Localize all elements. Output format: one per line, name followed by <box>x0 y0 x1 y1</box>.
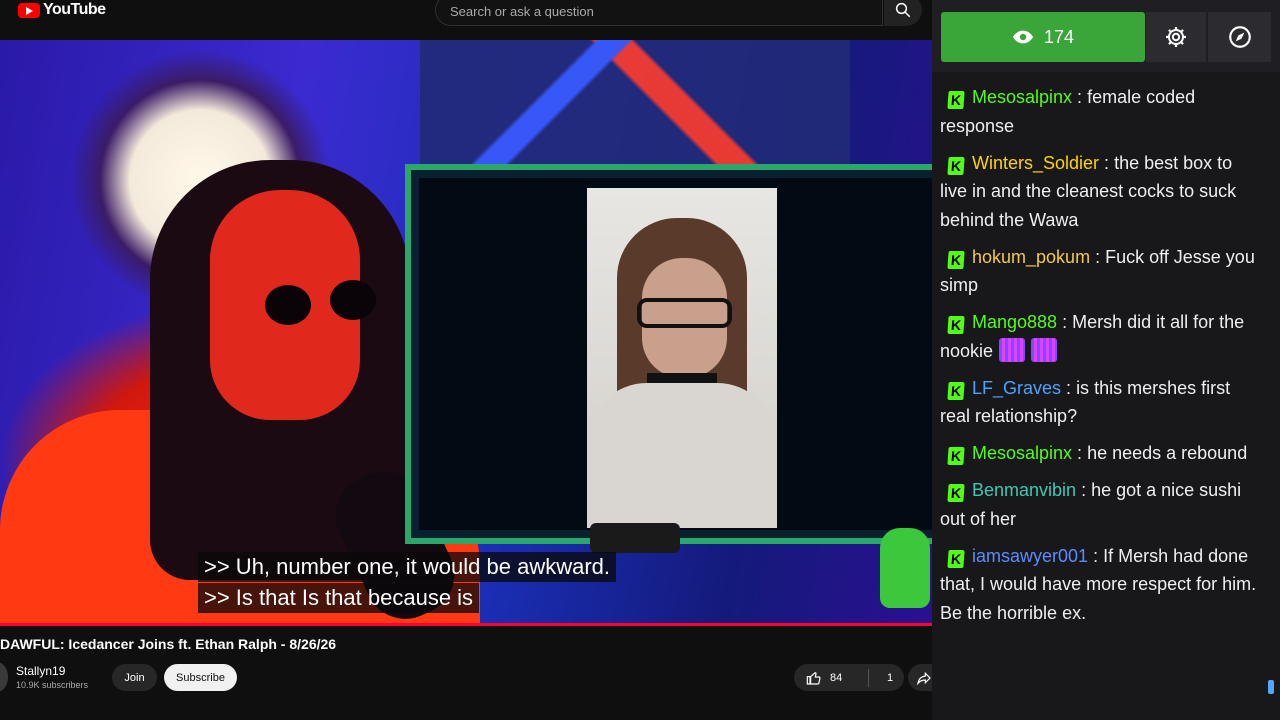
chat-message: K Benmanvibin : he got a nice sushi out o… <box>940 476 1262 533</box>
chat-message: K Winters_Soldier : the best box to live … <box>940 149 1262 235</box>
gear-icon <box>1166 27 1186 47</box>
dislike-count: 1 <box>887 671 894 684</box>
chat-separator: : <box>1072 87 1088 107</box>
chat-message: K Mesosalpinx : female coded response <box>940 83 1262 140</box>
caption-line-1: >> Uh, number one, it would be awkward. <box>198 552 617 582</box>
kick-badge-icon: K <box>947 381 965 400</box>
chat-separator: : <box>1088 545 1104 566</box>
mascot-figure <box>880 528 930 608</box>
video-title: DAWFUL: Icedancer Joins ft. Ethan Ralph … <box>0 636 337 652</box>
chat-username[interactable]: Mesosalpinx <box>972 443 1072 463</box>
viewer-count: 174 <box>1043 26 1075 47</box>
chat-scrollbar[interactable] <box>1268 680 1274 694</box>
like-count: 84 <box>830 671 843 684</box>
kick-badge-icon: K <box>947 316 965 334</box>
chat-username[interactable]: Mango888 <box>972 312 1057 332</box>
chat-username[interactable]: Benmanvibin <box>972 480 1076 500</box>
join-button[interactable]: Join <box>112 664 157 691</box>
chat-emote-icon <box>1031 337 1058 362</box>
youtube-logo-text: YouTube <box>43 1 106 18</box>
viewer-count-button[interactable]: 174 <box>941 12 1145 62</box>
search-input[interactable] <box>448 3 872 20</box>
chat-separator: : <box>1090 246 1106 267</box>
chat-message-list[interactable]: KBenmanvibin : KMesosalpinx : female cod… <box>940 50 1262 636</box>
share-icon <box>917 671 931 685</box>
sunglasses-left <box>265 285 311 325</box>
kick-badge-icon: K <box>947 250 965 269</box>
youtube-play-icon <box>18 2 40 18</box>
chat-username[interactable]: Mesosalpinx <box>972 87 1072 107</box>
dislike-button[interactable]: 1 <box>869 672 893 684</box>
kick-badge-icon: K <box>947 484 965 502</box>
compass-icon <box>1228 26 1251 48</box>
chat-separator: : <box>1072 443 1088 463</box>
monitor-screen <box>419 178 932 530</box>
search-box[interactable] <box>435 0 883 26</box>
video-progress-bar[interactable] <box>0 623 932 626</box>
youtube-pane: YouTube Search or ask a question >> Uh, … <box>0 0 948 720</box>
popout-button[interactable] <box>1208 12 1271 62</box>
like-button[interactable]: 84 <box>794 670 868 686</box>
chat-separator: : <box>1061 377 1077 398</box>
chat-separator: : <box>1076 480 1092 500</box>
chat-emote-icon <box>999 337 1026 362</box>
guest-glasses <box>637 298 732 328</box>
thumbs-up-icon <box>806 671 821 685</box>
search-button[interactable] <box>884 0 922 26</box>
eye-icon <box>1012 30 1034 44</box>
guest-sweater <box>587 383 777 528</box>
settings-button[interactable] <box>1146 12 1206 62</box>
webcam <box>590 523 680 553</box>
chat-username[interactable]: hokum_pokum <box>972 247 1090 267</box>
chat-text: he needs a rebound <box>1087 443 1248 463</box>
kick-badge-icon: K <box>947 549 965 568</box>
caption-line-2: >> Is that Is that because is <box>198 583 480 613</box>
chat-username[interactable]: LF_Graves <box>972 378 1061 398</box>
video-player[interactable]: >> Uh, number one, it would be awkward. … <box>0 40 932 623</box>
streamer-figure <box>0 130 480 623</box>
chat-message: Kiamsawyer001 : If Mersh had done that, … <box>940 542 1262 628</box>
chat-message: Khokum_pokum : Fuck off Jesse you simp <box>940 243 1262 300</box>
search-icon <box>895 2 911 18</box>
monitor-frame <box>405 164 932 544</box>
chat-username[interactable]: iamsawyer001 <box>972 546 1088 566</box>
chat-message: K LF_Graves : is this mershes first real … <box>940 374 1262 431</box>
youtube-logo[interactable]: YouTube <box>18 0 106 20</box>
kick-badge-icon: K <box>947 447 965 465</box>
chat-separator: : <box>1057 312 1073 332</box>
chat-panel: KBenmanvibin : KMesosalpinx : female cod… <box>932 0 1280 720</box>
chat-message: K Mango888 : Mersh did it all for the noo… <box>940 308 1262 365</box>
channel-name[interactable]: Stallyn19 <box>16 664 65 678</box>
sunglasses-right <box>330 280 376 320</box>
channel-avatar[interactable] <box>0 662 8 692</box>
kick-badge-icon: K <box>947 156 965 175</box>
subscribe-button[interactable]: Subscribe <box>164 664 237 691</box>
chat-username[interactable]: Winters_Soldier <box>972 153 1099 173</box>
chat-message: K Mesosalpinx : he needs a rebound <box>940 439 1262 468</box>
chat-topbar: 174 <box>932 0 1280 72</box>
youtube-header: YouTube <box>0 0 932 40</box>
chat-separator: : <box>1099 152 1115 173</box>
captions: >> Uh, number one, it would be awkward. … <box>198 552 617 614</box>
kick-badge-icon: K <box>947 91 965 109</box>
guest-video-feed <box>587 188 777 528</box>
like-dislike-group: 84 1 <box>794 664 904 691</box>
subscriber-count: 10.9K subscribers <box>16 680 89 690</box>
